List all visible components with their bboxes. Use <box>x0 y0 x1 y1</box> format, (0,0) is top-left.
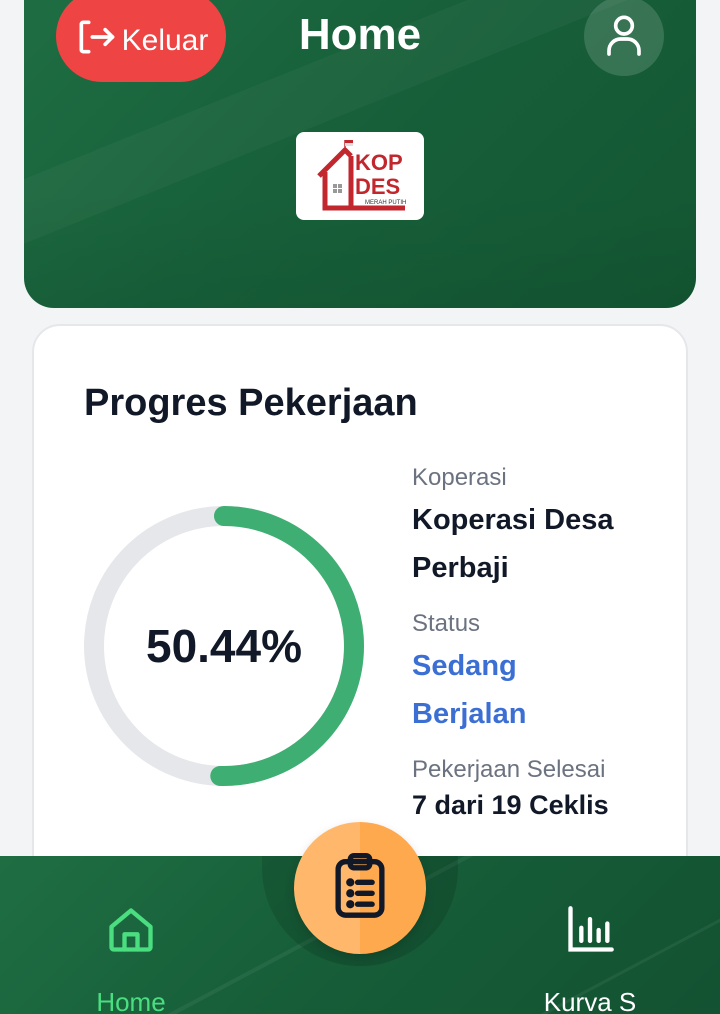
koperasi-label: Koperasi <box>412 464 507 491</box>
nav-item-home[interactable]: Home <box>60 880 202 1014</box>
bar-chart-icon <box>564 904 616 963</box>
koperasi-name-line2: Perbaji <box>412 552 509 584</box>
page-title: Home <box>298 10 422 59</box>
nav-home-label: Home <box>96 987 166 1014</box>
user-icon <box>604 12 644 61</box>
progress-ring: 50.44% <box>82 504 366 788</box>
logout-label: Keluar <box>121 24 209 57</box>
checklist-fab-button[interactable] <box>294 822 426 954</box>
progress-heading: Progres Pekerjaan <box>84 382 418 424</box>
logout-icon <box>74 15 118 67</box>
logo-text-des: DES <box>355 174 400 199</box>
done-value: 7 dari 19 Ceklis <box>412 790 609 820</box>
progress-details: Koperasi Koperasi Desa Perbaji Status Se… <box>412 464 672 821</box>
koperasi-name-line1: Koperasi Desa <box>412 504 614 536</box>
status-value: Sedang Berjalan <box>412 642 672 738</box>
nav-item-kurva-s[interactable]: Kurva S <box>520 880 660 1014</box>
kopdes-logo-image: KOP DES MERAH PUTIH <box>317 140 406 211</box>
status-value-line1: Sedang <box>412 650 517 682</box>
logo-text-kop: KOP <box>355 150 403 175</box>
nav-kurva-label: Kurva S <box>543 987 637 1014</box>
status-value-line2: Berjalan <box>412 698 527 730</box>
done-label: Pekerjaan Selesai <box>412 756 606 783</box>
kopdes-logo: KOP DES MERAH PUTIH <box>296 132 424 220</box>
koperasi-name: Koperasi Desa Perbaji <box>412 496 672 592</box>
status-label: Status <box>412 610 481 637</box>
progress-percent: 50.44% <box>145 620 302 672</box>
clipboard-icon <box>330 852 390 925</box>
logo-tagline: MERAH PUTIH <box>365 200 406 206</box>
logout-button[interactable]: Keluar <box>56 0 226 82</box>
home-icon <box>105 904 157 963</box>
